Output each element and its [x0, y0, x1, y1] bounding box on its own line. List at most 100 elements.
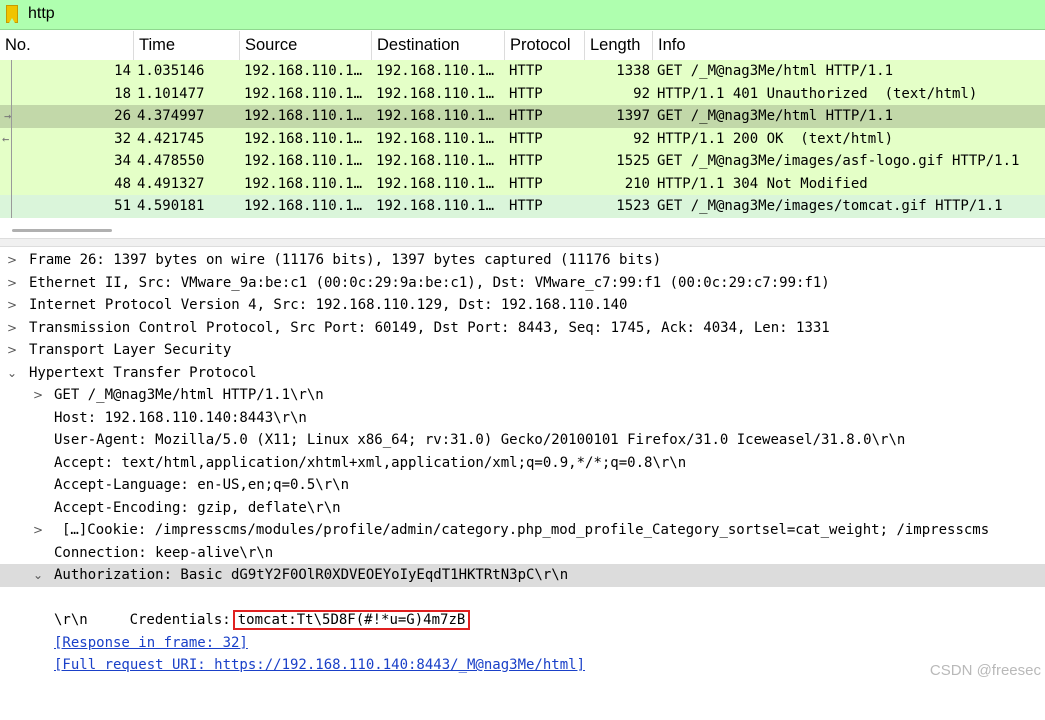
tree-item-label: Hypertext Transfer Protocol: [29, 364, 257, 381]
packet-length: 92: [633, 85, 650, 102]
tree-item-response-link[interactable]: [Response in frame: 32]: [0, 632, 1045, 655]
packet-protocol: HTTP: [509, 175, 543, 192]
bookmark-icon[interactable]: [6, 5, 18, 23]
packet-destination: 192.168.110.1…: [376, 108, 495, 124]
tree-item-label: […]Cookie: /impresscms/modules/profile/a…: [62, 522, 990, 538]
packet-time: 4.421745: [137, 130, 205, 147]
packet-row[interactable]: 32 4.421745 192.168.110.1… 192.168.110.1…: [0, 127, 1045, 150]
packet-no: 51: [114, 198, 131, 214]
tree-item-host[interactable]: Host: 192.168.110.140:8443\r\n: [0, 407, 1045, 430]
scrollbar-thumb[interactable]: [12, 229, 112, 232]
chevron-right-icon[interactable]: >: [33, 519, 43, 541]
tree-item-label: Connection: keep-alive\r\n: [54, 544, 274, 561]
packet-info: GET /_M@nag3Me/html HTTP/1.1: [657, 63, 894, 79]
column-header-protocol[interactable]: Protocol: [505, 31, 585, 60]
packet-info: GET /_M@nag3Me/images/tomcat.gif HTTP/1.…: [657, 198, 1003, 214]
packet-protocol: HTTP: [509, 153, 543, 169]
display-filter-input[interactable]: http: [28, 4, 55, 24]
packet-time: 4.590181: [137, 198, 205, 214]
tree-item-label: Authorization: Basic dG9tY2F0OlR0XDVEOEY…: [54, 567, 569, 583]
tree-item-ethernet[interactable]: > Ethernet II, Src: VMware_9a:be:c1 (00:…: [0, 272, 1045, 295]
packet-row[interactable]: 48 4.491327 192.168.110.1… 192.168.110.1…: [0, 172, 1045, 195]
packet-length: 92: [633, 130, 650, 147]
packet-length: 1523: [616, 198, 650, 214]
watermark: CSDN @freesec: [929, 662, 1041, 679]
tree-item-ip[interactable]: > Internet Protocol Version 4, Src: 192.…: [0, 294, 1045, 317]
tree-item-frame[interactable]: > Frame 26: 1397 bytes on wire (11176 bi…: [0, 249, 1045, 272]
tree-item-crlf[interactable]: \r\n: [0, 609, 1045, 632]
tree-item-cookie[interactable]: > […]Cookie: /impresscms/modules/profile…: [0, 519, 1045, 542]
packet-row[interactable]: 51 4.590181 192.168.110.1… 192.168.110.1…: [0, 195, 1045, 218]
tree-item-label: Accept-Encoding: gzip, deflate\r\n: [54, 499, 341, 516]
column-header-destination[interactable]: Destination: [372, 31, 505, 60]
chevron-right-icon[interactable]: >: [7, 317, 17, 339]
packet-no: 18: [114, 85, 131, 102]
packet-time: 1.035146: [137, 63, 205, 79]
chevron-right-icon[interactable]: >: [7, 272, 17, 294]
conversation-bracket: [11, 60, 12, 218]
tree-item-accept[interactable]: Accept: text/html,application/xhtml+xml,…: [0, 452, 1045, 475]
packet-destination: 192.168.110.1…: [376, 175, 495, 192]
column-header-time[interactable]: Time: [134, 31, 240, 60]
column-header-length[interactable]: Length: [585, 31, 653, 60]
packet-time: 1.101477: [137, 85, 205, 102]
horizontal-scrollbar[interactable]: [0, 218, 1045, 238]
packet-length: 1397: [616, 108, 650, 124]
packet-protocol: HTTP: [509, 63, 543, 79]
packet-destination: 192.168.110.1…: [376, 198, 495, 214]
pane-splitter[interactable]: [0, 238, 1045, 247]
packet-row[interactable]: 18 1.101477 192.168.110.1… 192.168.110.1…: [0, 82, 1045, 105]
column-header-no[interactable]: No.: [0, 31, 134, 60]
tree-item-label: Frame 26: 1397 bytes on wire (11176 bits…: [29, 252, 662, 268]
response-in-frame-link[interactable]: [Response in frame: 32]: [54, 632, 248, 654]
packet-row[interactable]: 14 1.035146 192.168.110.1… 192.168.110.1…: [0, 60, 1045, 83]
chevron-down-icon[interactable]: ⌄: [33, 564, 43, 586]
packet-row[interactable]: 34 4.478550 192.168.110.1… 192.168.110.1…: [0, 150, 1045, 173]
packet-destination: 192.168.110.1…: [376, 153, 495, 169]
column-header-info[interactable]: Info: [653, 31, 1045, 60]
chevron-right-icon[interactable]: >: [7, 249, 17, 271]
packet-length: 1525: [616, 153, 650, 169]
response-arrow-icon: ←: [2, 132, 10, 146]
packet-no: 34: [114, 153, 131, 169]
display-filter-bar[interactable]: http: [0, 0, 1045, 30]
packet-source: 192.168.110.1…: [244, 85, 363, 102]
tree-item-accept-language[interactable]: Accept-Language: en-US,en;q=0.5\r\n: [0, 474, 1045, 497]
packet-protocol: HTTP: [509, 108, 543, 124]
tree-item-label: Host: 192.168.110.140:8443\r\n: [54, 409, 307, 426]
chevron-right-icon[interactable]: >: [33, 384, 43, 406]
tree-item-connection[interactable]: Connection: keep-alive\r\n: [0, 542, 1045, 565]
tree-item-tcp[interactable]: > Transmission Control Protocol, Src Por…: [0, 317, 1045, 340]
packet-length: 210: [624, 175, 650, 192]
packet-info: HTTP/1.1 200 OK (text/html): [657, 130, 894, 147]
tree-item-user-agent[interactable]: User-Agent: Mozilla/5.0 (X11; Linux x86_…: [0, 429, 1045, 452]
tree-item-label: GET /_M@nag3Me/html HTTP/1.1\r\n: [54, 387, 324, 403]
chevron-right-icon[interactable]: >: [7, 294, 17, 316]
tree-item-http[interactable]: ⌄ Hypertext Transfer Protocol: [0, 362, 1045, 385]
packet-row-selected[interactable]: 26 4.374997 192.168.110.1… 192.168.110.1…: [0, 105, 1045, 128]
tree-item-credentials[interactable]: Credentials: tomcat:Tt\5D8F(#!*u=G)4m7zB: [0, 587, 1045, 630]
packet-source: 192.168.110.1…: [244, 130, 363, 147]
tree-item-label: Transmission Control Protocol, Src Port:…: [29, 319, 830, 336]
column-header-source[interactable]: Source: [240, 31, 372, 60]
chevron-down-icon[interactable]: ⌄: [7, 362, 17, 384]
packet-list-header: No. Time Source Destination Protocol Len…: [0, 31, 1045, 61]
full-request-uri-link[interactable]: [Full request URI: https://192.168.110.1…: [54, 654, 585, 676]
tree-item-label: Internet Protocol Version 4, Src: 192.16…: [29, 297, 628, 313]
packet-list: 14 1.035146 192.168.110.1… 192.168.110.1…: [0, 60, 1045, 218]
chevron-right-icon[interactable]: >: [7, 339, 17, 361]
tree-item-tls[interactable]: > Transport Layer Security: [0, 339, 1045, 362]
tree-item-request-line[interactable]: > GET /_M@nag3Me/html HTTP/1.1\r\n: [0, 384, 1045, 407]
tree-item-authorization[interactable]: ⌄ Authorization: Basic dG9tY2F0OlR0XDVEO…: [0, 564, 1045, 587]
request-arrow-icon: →: [4, 109, 12, 123]
packet-destination: 192.168.110.1…: [376, 63, 495, 79]
packet-no: 14: [114, 63, 131, 79]
packet-info: HTTP/1.1 401 Unauthorized (text/html): [657, 85, 978, 102]
packet-protocol: HTTP: [509, 198, 543, 214]
tree-item-label: User-Agent: Mozilla/5.0 (X11; Linux x86_…: [54, 432, 906, 448]
packet-destination: 192.168.110.1…: [376, 85, 495, 102]
packet-info: GET /_M@nag3Me/html HTTP/1.1: [657, 108, 894, 124]
packet-source: 192.168.110.1…: [244, 175, 363, 192]
tree-item-accept-encoding[interactable]: Accept-Encoding: gzip, deflate\r\n: [0, 497, 1045, 520]
tree-item-full-uri[interactable]: [Full request URI: https://192.168.110.1…: [0, 654, 1045, 677]
